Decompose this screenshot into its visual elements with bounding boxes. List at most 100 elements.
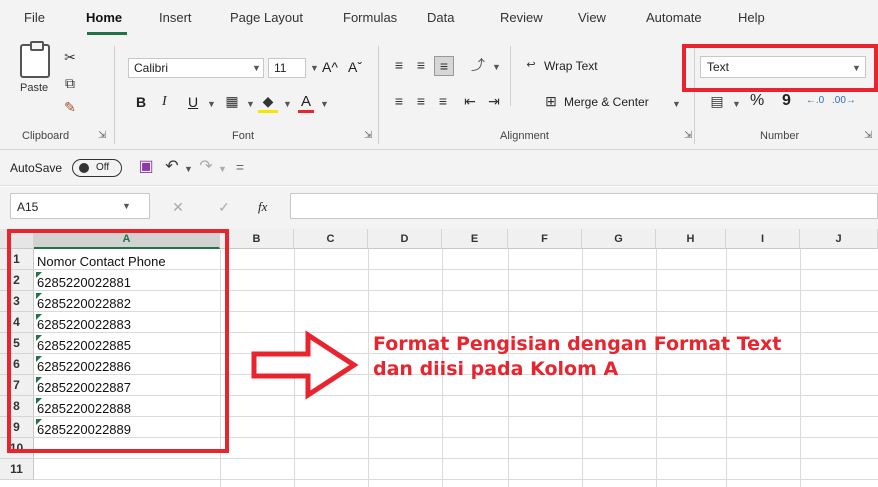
- chevron-down-icon[interactable]: ▼: [252, 63, 261, 73]
- right-arrow-icon: [251, 330, 359, 400]
- save-icon[interactable]: ▣: [136, 158, 156, 176]
- font-color-button[interactable]: A: [298, 93, 314, 113]
- alignment-launcher-icon[interactable]: ⇲: [684, 130, 692, 141]
- decrease-decimal-icon[interactable]: .00→: [832, 92, 856, 110]
- gridline: [368, 249, 369, 487]
- tab-data[interactable]: Data: [427, 10, 454, 25]
- menu-bar: File Home Insert Page Layout Formulas Da…: [0, 0, 878, 38]
- divider: [510, 46, 511, 106]
- tab-view[interactable]: View: [578, 10, 606, 25]
- align-left-icon[interactable]: ≡: [390, 92, 408, 110]
- font-group-label: Font: [232, 130, 255, 142]
- chevron-down-icon[interactable]: ▼: [310, 63, 319, 73]
- column-header-b[interactable]: B: [220, 229, 294, 249]
- tab-automate[interactable]: Automate: [646, 10, 702, 25]
- tab-file[interactable]: File: [24, 10, 45, 25]
- highlight-column-a: [7, 229, 229, 453]
- column-header-i[interactable]: I: [726, 229, 800, 249]
- merge-center-button[interactable]: Merge & Center: [564, 95, 649, 109]
- copy-icon[interactable]: ⧉: [62, 74, 78, 92]
- bold-button[interactable]: B: [136, 94, 146, 110]
- clipboard-group-label: Clipboard: [22, 130, 70, 142]
- align-bottom-icon[interactable]: ≡: [434, 56, 454, 76]
- chevron-down-icon[interactable]: ▼: [320, 99, 329, 109]
- alignment-group-label: Alignment: [500, 130, 549, 142]
- borders-icon[interactable]: ▦: [222, 92, 242, 110]
- wrap-text-icon[interactable]: ↩: [522, 56, 540, 74]
- align-middle-icon[interactable]: ≡: [412, 56, 430, 74]
- merge-center-icon[interactable]: ⊞: [542, 92, 560, 110]
- annotation-line-2: dan diisi pada Kolom A: [373, 358, 619, 380]
- column-header-d[interactable]: D: [368, 229, 442, 249]
- chevron-down-icon[interactable]: ▼: [732, 99, 741, 109]
- comma-style-button[interactable]: 9: [782, 92, 791, 110]
- fill-color-icon[interactable]: ◆: [258, 92, 278, 113]
- instruction-annotation: Format Pengisian dengan Format Text dan …: [373, 332, 781, 382]
- grow-font-button[interactable]: A^: [322, 59, 338, 75]
- active-tab-indicator: [87, 32, 127, 35]
- accounting-format-icon[interactable]: ▤: [708, 92, 726, 110]
- tab-home[interactable]: Home: [86, 10, 122, 25]
- tab-page-layout[interactable]: Page Layout: [230, 10, 303, 25]
- highlight-number-format: [682, 44, 878, 92]
- paste-icon[interactable]: [20, 41, 50, 78]
- column-header-f[interactable]: F: [508, 229, 582, 249]
- customize-toolbar-icon[interactable]: =: [232, 158, 248, 176]
- autosave-toggle[interactable]: Off: [72, 159, 122, 177]
- tab-formulas[interactable]: Formulas: [343, 10, 397, 25]
- clipboard-launcher-icon[interactable]: ⇲: [98, 130, 106, 141]
- insert-function-button[interactable]: fx: [258, 199, 267, 215]
- annotation-line-1: Format Pengisian dengan Format Text: [373, 333, 782, 355]
- formula-bar: A15 ▼ ✕ ✓ fx: [0, 187, 878, 229]
- font-size-field[interactable]: 11: [268, 58, 306, 78]
- italic-button[interactable]: I: [162, 94, 167, 110]
- shrink-font-button[interactable]: Aˇ: [348, 59, 362, 75]
- divider: [378, 46, 379, 144]
- quick-access-toolbar: AutoSave Off ▣ ↶ ▼ ↷ ▼ =: [0, 150, 878, 186]
- row-header[interactable]: 11: [0, 459, 34, 480]
- font-name-field[interactable]: Calibri: [128, 58, 264, 78]
- increase-decimal-icon[interactable]: ←.0: [804, 92, 826, 110]
- align-center-icon[interactable]: ≡: [412, 92, 430, 110]
- percent-button[interactable]: %: [750, 92, 764, 110]
- redo-icon[interactable]: ↷: [196, 158, 216, 176]
- chevron-down-icon[interactable]: ▼: [207, 99, 216, 109]
- chevron-down-icon[interactable]: ▼: [218, 164, 227, 174]
- underline-button[interactable]: U: [188, 94, 198, 110]
- wrap-text-button[interactable]: Wrap Text: [544, 59, 598, 73]
- chevron-down-icon[interactable]: ▼: [122, 201, 131, 211]
- column-header-c[interactable]: C: [294, 229, 368, 249]
- cancel-icon[interactable]: ✕: [170, 198, 186, 216]
- paste-label[interactable]: Paste: [20, 82, 48, 94]
- chevron-down-icon[interactable]: ▼: [492, 62, 501, 72]
- number-group-label: Number: [760, 130, 800, 142]
- chevron-down-icon[interactable]: ▼: [246, 99, 255, 109]
- autosave-label: AutoSave: [10, 161, 63, 175]
- confirm-icon[interactable]: ✓: [216, 198, 232, 216]
- chevron-down-icon[interactable]: ▼: [672, 99, 681, 109]
- decrease-indent-icon[interactable]: ⇤: [460, 92, 480, 110]
- tab-insert[interactable]: Insert: [159, 10, 192, 25]
- column-header-e[interactable]: E: [442, 229, 508, 249]
- column-header-h[interactable]: H: [656, 229, 726, 249]
- align-top-icon[interactable]: ≡: [390, 56, 408, 74]
- column-header-j[interactable]: J: [800, 229, 878, 249]
- number-launcher-icon[interactable]: ⇲: [864, 130, 872, 141]
- gridline: [800, 249, 801, 487]
- gridline: [34, 458, 878, 459]
- cut-icon[interactable]: ✂: [62, 48, 78, 66]
- orientation-icon[interactable]: ⤴: [466, 56, 490, 74]
- format-painter-icon[interactable]: ✎: [62, 98, 78, 116]
- gridline: [34, 479, 878, 480]
- tab-help[interactable]: Help: [738, 10, 765, 25]
- column-header-g[interactable]: G: [582, 229, 656, 249]
- formula-input[interactable]: [290, 193, 878, 219]
- divider: [114, 46, 115, 144]
- increase-indent-icon[interactable]: ⇥: [484, 92, 504, 110]
- chevron-down-icon[interactable]: ▼: [283, 99, 292, 109]
- font-launcher-icon[interactable]: ⇲: [364, 130, 372, 141]
- align-right-icon[interactable]: ≡: [434, 92, 452, 110]
- undo-icon[interactable]: ↶: [162, 158, 182, 176]
- chevron-down-icon[interactable]: ▼: [184, 164, 193, 174]
- tab-review[interactable]: Review: [500, 10, 543, 25]
